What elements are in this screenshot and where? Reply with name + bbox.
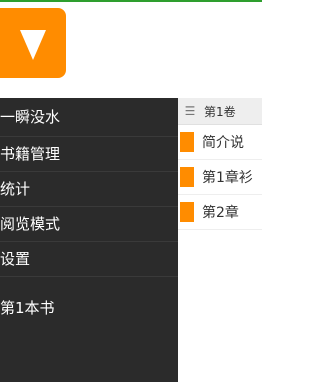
drawer-item-profile[interactable]: 一瞬没水 bbox=[0, 98, 178, 137]
chapter-label: 简介说 bbox=[202, 135, 244, 151]
chapter-marker bbox=[180, 167, 194, 187]
chapter-row-intro[interactable]: 简介说 bbox=[178, 125, 262, 160]
drawer-item-settings[interactable]: 设置 bbox=[0, 242, 178, 277]
volume-title: 第1卷 bbox=[204, 104, 236, 119]
drawer-item-book-1[interactable]: 第1本书 bbox=[0, 291, 178, 325]
app-icon[interactable] bbox=[0, 8, 66, 78]
chapter-label: 第2章 bbox=[202, 205, 239, 221]
drawer-item-book-management[interactable]: 书籍管理 bbox=[0, 137, 178, 172]
volume-header[interactable]: ☰ 第1卷 bbox=[178, 98, 262, 125]
drawer-item-reading-mode[interactable]: 阅览模式 bbox=[0, 207, 178, 242]
triangle-down-icon bbox=[20, 30, 46, 60]
chapter-list-panel: ☰ 第1卷 简介说 第1章衫 第2章 bbox=[178, 98, 262, 382]
chapter-marker bbox=[180, 202, 194, 222]
chapter-row-2[interactable]: 第2章 bbox=[178, 195, 262, 230]
chapter-row-1[interactable]: 第1章衫 bbox=[178, 160, 262, 195]
app-screen: 一瞬没水 书籍管理 统计 阅览模式 设置 第1本书 ☰ 第1卷 简介说 第1章衫… bbox=[0, 0, 262, 382]
hamburger-menu-icon[interactable]: ☰ bbox=[182, 104, 198, 118]
chapter-marker bbox=[180, 132, 194, 152]
drawer-item-statistics[interactable]: 统计 bbox=[0, 172, 178, 207]
top-accent-line bbox=[0, 0, 262, 2]
chapter-label: 第1章衫 bbox=[202, 170, 253, 186]
navigation-drawer: 一瞬没水 书籍管理 统计 阅览模式 设置 第1本书 bbox=[0, 98, 178, 382]
